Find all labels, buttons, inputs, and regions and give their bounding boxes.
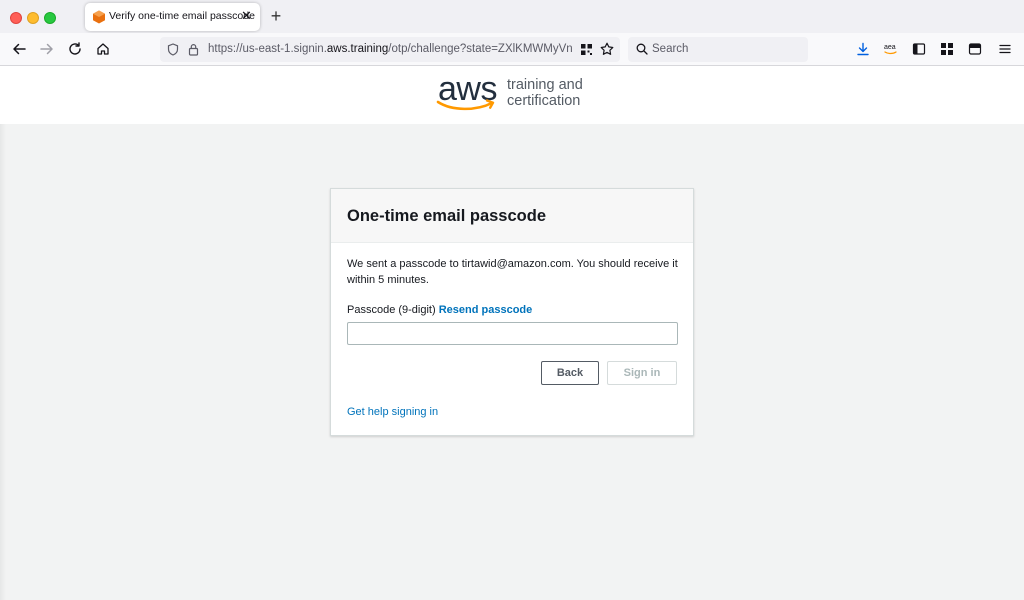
- address-bar[interactable]: https://us-east-1.signin.aws.training/ot…: [160, 37, 620, 62]
- card-header: One-time email passcode: [331, 189, 693, 243]
- site-header: aws training and certification: [0, 66, 1024, 124]
- tab-close-icon[interactable]: ✕: [241, 8, 252, 24]
- search-placeholder: Search: [652, 43, 689, 55]
- browser-tab-strip: Verify one-time email passcode ✕ +: [0, 0, 1024, 33]
- svg-text:aea: aea: [884, 44, 896, 51]
- bookmark-star-icon[interactable]: [600, 42, 614, 56]
- new-tab-button[interactable]: +: [268, 6, 284, 26]
- forward-arrow-icon[interactable]: [38, 40, 56, 58]
- search-box[interactable]: Search: [628, 37, 808, 62]
- active-tab[interactable]: Verify one-time email passcode ✕: [85, 3, 260, 31]
- logo-tagline: training and certification: [507, 77, 583, 109]
- back-button[interactable]: Back: [541, 361, 599, 385]
- passcode-sent-message: We sent a passcode to tirtawid@amazon.co…: [347, 258, 678, 286]
- passcode-input[interactable]: [347, 322, 678, 345]
- browser-toolbar: https://us-east-1.signin.aws.training/ot…: [0, 33, 1024, 66]
- lock-icon[interactable]: [188, 43, 199, 56]
- aws-training-favicon-icon: [93, 10, 105, 24]
- container-tabs-icon[interactable]: [966, 40, 984, 58]
- passcode-field-label: Passcode (9-digit) Resend passcode: [347, 304, 532, 316]
- resend-passcode-link[interactable]: Resend passcode: [439, 304, 533, 316]
- logo-tagline-line2: certification: [507, 93, 581, 109]
- amazon-smile-icon: [436, 99, 495, 111]
- search-icon: [636, 43, 648, 55]
- tab-title: Verify one-time email passcode: [109, 10, 255, 22]
- get-help-signing-in-link[interactable]: Get help signing in: [347, 406, 438, 418]
- tracking-shield-icon[interactable]: [167, 43, 179, 56]
- logo-tagline-line1: training and: [507, 77, 583, 93]
- back-arrow-icon[interactable]: [10, 40, 28, 58]
- qr-code-icon[interactable]: [580, 43, 593, 56]
- reload-icon[interactable]: [66, 40, 84, 58]
- hamburger-menu-icon[interactable]: [996, 40, 1014, 58]
- sign-in-button[interactable]: Sign in: [607, 361, 677, 385]
- passcode-card: One-time email passcode We sent a passco…: [330, 188, 694, 436]
- passcode-label-text: Passcode (9-digit): [347, 304, 436, 316]
- downloads-icon[interactable]: [854, 40, 872, 58]
- minimize-window-button[interactable]: [27, 12, 39, 24]
- page-edge-shadow: [0, 124, 6, 600]
- card-title: One-time email passcode: [347, 207, 546, 225]
- url-text[interactable]: https://us-east-1.signin.aws.training/ot…: [208, 43, 576, 55]
- amazon-assistant-icon[interactable]: aea: [882, 40, 900, 58]
- zoom-window-button[interactable]: [44, 12, 56, 24]
- extensions-icon[interactable]: [938, 40, 956, 58]
- sidebar-icon[interactable]: [910, 40, 928, 58]
- close-window-button[interactable]: [10, 12, 22, 24]
- home-icon[interactable]: [94, 40, 112, 58]
